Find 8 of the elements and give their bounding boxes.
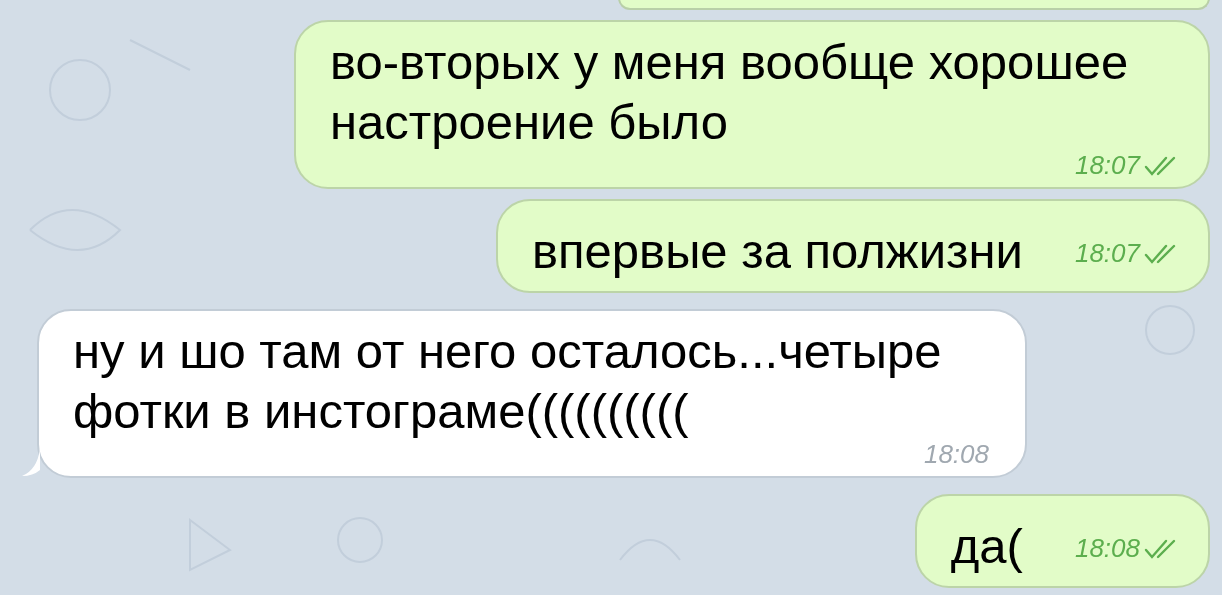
message-text: да(	[950, 518, 1023, 575]
message-time: 18:08	[923, 439, 989, 470]
message-text: ну и шо там от него осталось...четыре фотки в инстограме((((((((((	[73, 323, 943, 440]
message-time: 18:07	[1074, 238, 1140, 269]
message-time: 18:08	[1074, 533, 1140, 564]
message-text: впервые за полжизни	[532, 223, 1023, 280]
message-time: 18:07	[1074, 150, 1140, 181]
message-text: во-вторых у меня вообще хорошее настроение было	[330, 34, 1130, 151]
